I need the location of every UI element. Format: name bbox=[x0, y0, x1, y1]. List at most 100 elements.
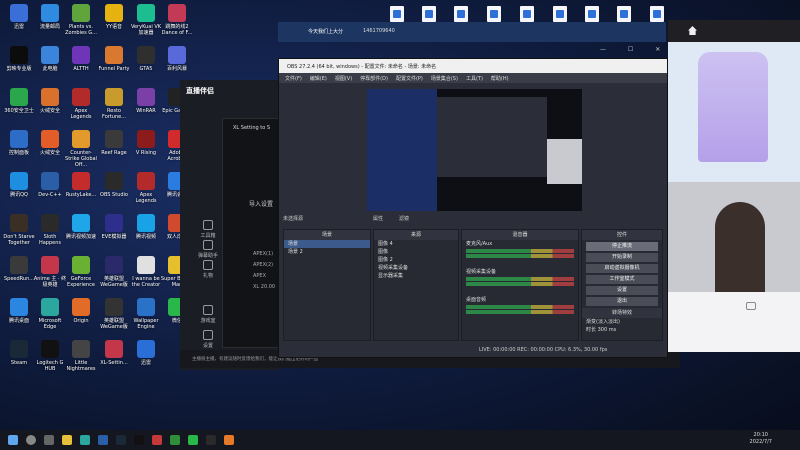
desktop-icon[interactable]: 迅雷 bbox=[2, 4, 36, 30]
desktop-icon[interactable]: 360安全卫士 bbox=[2, 88, 36, 114]
source-item[interactable]: 图像 4 bbox=[374, 240, 458, 248]
desktop-icon[interactable]: 控制面板 bbox=[2, 130, 36, 156]
volume-slider[interactable] bbox=[466, 310, 574, 314]
desktop-icon[interactable]: 剪映专业版 bbox=[2, 46, 36, 72]
store-icon[interactable] bbox=[98, 435, 108, 445]
stop-streaming-button[interactable]: 停止推流 bbox=[586, 242, 658, 251]
desktop-icon[interactable]: GTA5 bbox=[129, 46, 163, 72]
desktop-icon[interactable]: Steam bbox=[2, 340, 36, 366]
file-icon[interactable] bbox=[487, 6, 501, 22]
menu-scene-collection[interactable]: 场景集合(S) bbox=[431, 75, 458, 82]
source-item[interactable]: 显示器采集 bbox=[374, 272, 458, 280]
menu-help[interactable]: 帮助(H) bbox=[491, 75, 509, 82]
home-icon[interactable] bbox=[688, 26, 697, 35]
desktop-icon[interactable]: EVE模拟器 bbox=[97, 214, 131, 240]
desktop-icon[interactable]: 火绒安全 bbox=[33, 130, 67, 156]
desktop-icon[interactable]: I wanna be the Creator bbox=[129, 256, 163, 288]
desktop-icon[interactable]: ALTTH bbox=[64, 46, 98, 72]
menu-view[interactable]: 视图(V) bbox=[335, 75, 352, 82]
xl-option[interactable]: APEX(1) bbox=[253, 251, 273, 257]
desktop-icon[interactable]: 火绒安全 bbox=[33, 88, 67, 114]
desktop-icon[interactable]: Funnel Party bbox=[97, 46, 131, 72]
desktop-icon[interactable]: 百利风暴 bbox=[160, 46, 194, 72]
desktop-icon[interactable]: OBS Studio bbox=[97, 172, 131, 198]
start-recording-button[interactable]: 开始录制 bbox=[586, 253, 658, 262]
obs-icon[interactable] bbox=[206, 435, 216, 445]
desktop-icon[interactable]: 英雄联盟 WeGame版 bbox=[97, 298, 131, 330]
douyu-icon[interactable] bbox=[224, 435, 234, 445]
desktop-icon[interactable]: 跳舞的线2 Dance of F... bbox=[160, 4, 194, 36]
app-icon[interactable] bbox=[152, 435, 162, 445]
tiktok-icon[interactable] bbox=[134, 435, 144, 445]
menu-docks[interactable]: 停靠部件(D) bbox=[360, 75, 388, 82]
scene-item[interactable]: 场景 2 bbox=[284, 248, 370, 256]
task-view-icon[interactable] bbox=[44, 435, 54, 445]
desktop-icon[interactable]: 此电脑 bbox=[33, 46, 67, 72]
volume-slider[interactable] bbox=[466, 254, 574, 258]
desktop-icon[interactable]: Don't Starve Together bbox=[2, 214, 36, 246]
search-icon[interactable] bbox=[26, 435, 36, 445]
file-icon[interactable] bbox=[520, 6, 534, 22]
desktop-icon[interactable]: Little Nightmares bbox=[64, 340, 98, 372]
exit-button[interactable]: 退出 bbox=[586, 297, 658, 306]
window-controls[interactable]: — ☐ ✕ bbox=[600, 46, 670, 53]
desktop-icon[interactable]: RustyLake... bbox=[64, 172, 98, 198]
desktop-icon[interactable]: Dev-C++ bbox=[33, 172, 67, 198]
menu-profile[interactable]: 配置文件(P) bbox=[396, 75, 423, 82]
file-icon[interactable] bbox=[390, 6, 404, 22]
xl-option[interactable]: APEX(2) bbox=[253, 262, 273, 268]
desktop-icon[interactable]: VeryKuai VK 加速器 bbox=[129, 4, 163, 36]
comment-icon[interactable] bbox=[746, 302, 756, 310]
desktop-icon[interactable]: 英雄联盟 WeGame版 bbox=[97, 256, 131, 288]
desktop-icon[interactable]: V Rising bbox=[129, 130, 163, 156]
wechat-icon[interactable] bbox=[188, 435, 198, 445]
source-filters-button[interactable]: 滤镜 bbox=[399, 215, 409, 222]
desktop-icon[interactable]: Apex Legends bbox=[64, 88, 98, 120]
desktop-icon[interactable]: Anime 主 · 终极英雄 bbox=[33, 256, 67, 288]
desktop-icon[interactable]: Sloth Happens bbox=[33, 214, 67, 246]
edge-icon[interactable] bbox=[80, 435, 90, 445]
desktop-icon[interactable]: Logitech G HUB bbox=[33, 340, 67, 372]
scene-item[interactable]: 场景 bbox=[284, 240, 370, 248]
desktop-icon[interactable]: Apex Legends bbox=[129, 172, 163, 204]
xl-option[interactable]: APEX bbox=[253, 273, 266, 279]
volume-slider[interactable] bbox=[466, 282, 574, 286]
menu-file[interactable]: 文件(F) bbox=[285, 75, 302, 82]
source-item[interactable]: 视频采集设备 bbox=[374, 264, 458, 272]
file-icon[interactable] bbox=[553, 6, 567, 22]
desktop-icon[interactable]: Plants vs. Zombies G... bbox=[64, 4, 98, 36]
file-icon[interactable] bbox=[617, 6, 631, 22]
settings-button[interactable]: 设置 bbox=[586, 286, 658, 295]
desktop-icon[interactable]: Microsoft Edge bbox=[33, 298, 67, 330]
file-icon[interactable] bbox=[585, 6, 599, 22]
xbox-icon[interactable] bbox=[170, 435, 180, 445]
virtual-camera-button[interactable]: 启动虚拟摄像机 bbox=[586, 264, 658, 273]
desktop-icon[interactable]: Reef Rage bbox=[97, 130, 131, 156]
desktop-icon[interactable]: XL-Settin... bbox=[97, 340, 131, 366]
explorer-icon[interactable] bbox=[62, 435, 72, 445]
source-item[interactable]: 图像 bbox=[374, 248, 458, 256]
source-item[interactable]: 图像 2 bbox=[374, 256, 458, 264]
desktop-icon[interactable]: 流量邮局 bbox=[33, 4, 67, 30]
desktop-icon[interactable]: WinRAR bbox=[129, 88, 163, 114]
desktop-icon[interactable]: SpeedRun... bbox=[2, 256, 36, 282]
file-icon[interactable] bbox=[454, 6, 468, 22]
desktop-icon[interactable]: 腾讯视频 bbox=[129, 214, 163, 240]
system-clock[interactable]: 20:10 2022/7/7 bbox=[750, 432, 772, 446]
desktop-icon[interactable]: 腾讯QQ bbox=[2, 172, 36, 198]
desktop-icon[interactable]: Resto Fortune... bbox=[97, 88, 131, 120]
obs-preview[interactable] bbox=[367, 89, 582, 211]
steam-icon[interactable] bbox=[116, 435, 126, 445]
file-icon[interactable] bbox=[650, 6, 664, 22]
menu-tools[interactable]: 工具(T) bbox=[466, 75, 483, 82]
menu-edit[interactable]: 编辑(E) bbox=[310, 75, 327, 82]
desktop-icon[interactable]: YY语音 bbox=[97, 4, 131, 30]
start-icon[interactable] bbox=[8, 435, 18, 445]
desktop-icon[interactable]: 腾讯桌面 bbox=[2, 298, 36, 324]
desktop-icon[interactable]: 迅雷 bbox=[129, 340, 163, 366]
xl-option[interactable]: XL 20.00 bbox=[253, 284, 275, 290]
desktop-icon[interactable]: Origin bbox=[64, 298, 98, 324]
transition-select[interactable]: 渐变(淡入淡出) bbox=[582, 318, 662, 326]
desktop-icon[interactable]: Counter-Strike Global Off... bbox=[64, 130, 98, 168]
desktop-icon[interactable]: 腾讯视频加速 bbox=[64, 214, 98, 240]
